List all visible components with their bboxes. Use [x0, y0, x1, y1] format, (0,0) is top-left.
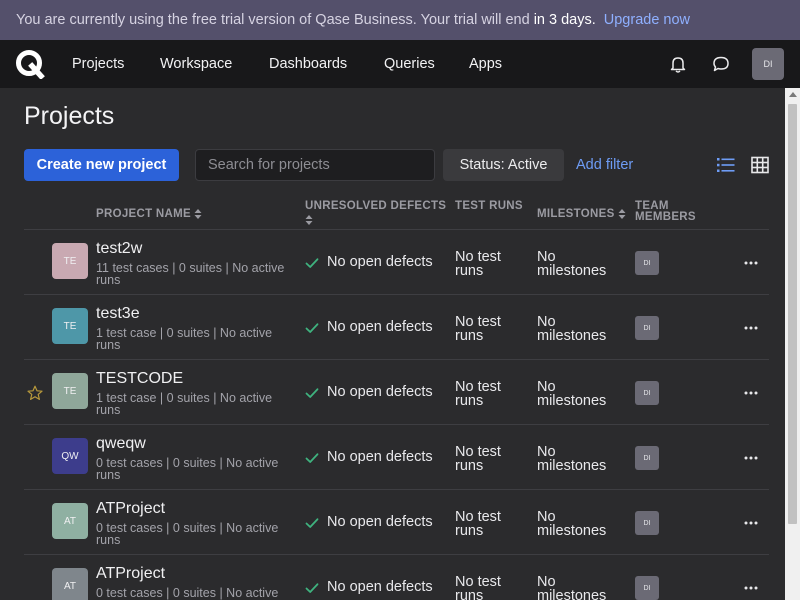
- trial-banner: You are currently using the free trial v…: [0, 0, 800, 40]
- team-member-avatar[interactable]: DI: [635, 316, 659, 340]
- check-icon: [305, 321, 319, 335]
- project-avatar[interactable]: TE: [52, 308, 88, 344]
- scroll-up-arrow-icon[interactable]: [789, 92, 797, 97]
- check-icon: [305, 516, 319, 530]
- project-avatar[interactable]: QW: [52, 438, 88, 474]
- milestones-value: No milestones: [537, 314, 607, 344]
- column-header-label-line2: MEMBERS: [635, 211, 696, 223]
- team-member-avatar[interactable]: DI: [635, 576, 659, 600]
- milestones-value: No milestones: [537, 379, 607, 409]
- unresolved-defects-value: No open defects: [327, 319, 433, 335]
- project-meta: 11 test cases | 0 suites | No active run…: [96, 261, 285, 287]
- test-runs-value: No test runs: [455, 314, 501, 344]
- test-runs-value: No test runs: [455, 379, 501, 409]
- project-meta: 0 test cases | 0 suites | No active runs: [96, 521, 279, 547]
- project-avatar[interactable]: AT: [52, 503, 88, 539]
- test-runs-value: No test runs: [455, 574, 501, 600]
- scrollbar-thumb[interactable]: [788, 104, 797, 524]
- project-meta: 1 test case | 0 suites | No active runs: [96, 326, 273, 352]
- team-member-avatar[interactable]: DI: [635, 446, 659, 470]
- unresolved-defects-value: No open defects: [327, 514, 433, 530]
- test-runs-value: No test runs: [455, 444, 501, 474]
- page-scrollbar[interactable]: [785, 88, 800, 600]
- project-name-link[interactable]: test2w: [96, 240, 142, 258]
- column-header-test-runs: TEST RUNS: [455, 200, 523, 212]
- upgrade-link[interactable]: Upgrade now: [604, 12, 690, 28]
- table-row[interactable]: TE test2w 11 test cases | 0 suites | No ac…: [24, 229, 769, 294]
- project-meta: 0 test cases | 0 suites | No active runs: [96, 456, 279, 482]
- nav-apps[interactable]: Apps: [469, 40, 502, 88]
- column-header-label: UNRESOLVED DEFECTS: [305, 200, 447, 212]
- team-member-avatar[interactable]: DI: [635, 511, 659, 535]
- sort-icon[interactable]: [305, 214, 313, 226]
- milestones-value: No milestones: [537, 509, 607, 539]
- more-icon[interactable]: [743, 318, 759, 338]
- nav-projects[interactable]: Projects: [72, 40, 124, 88]
- project-meta: 0 test cases | 0 suites | No active runs: [96, 586, 279, 600]
- project-avatar[interactable]: AT: [52, 568, 88, 600]
- list-view-icon[interactable]: [716, 155, 736, 175]
- qase-logo-icon[interactable]: [15, 49, 45, 79]
- check-icon: [305, 256, 319, 270]
- nav-queries[interactable]: Queries: [384, 40, 435, 88]
- trial-days: in 3 days.: [533, 12, 596, 28]
- status-filter-button[interactable]: Status: Active: [443, 149, 564, 181]
- table-row[interactable]: AT ATProject 0 test cases | 0 suites | No …: [24, 489, 769, 554]
- project-name-link[interactable]: TESTCODE: [96, 370, 183, 388]
- grid-view-icon[interactable]: [750, 155, 770, 175]
- user-avatar[interactable]: DI: [752, 48, 784, 80]
- project-name-link[interactable]: ATProject: [96, 565, 165, 583]
- unresolved-defects-value: No open defects: [327, 384, 433, 400]
- check-icon: [305, 386, 319, 400]
- unresolved-defects-value: No open defects: [327, 254, 433, 270]
- milestones-value: No milestones: [537, 444, 607, 474]
- more-icon[interactable]: [743, 578, 759, 598]
- sort-icon[interactable]: [618, 208, 626, 220]
- test-runs-value: No test runs: [455, 509, 501, 539]
- more-icon[interactable]: [743, 513, 759, 533]
- search-input[interactable]: [195, 149, 435, 181]
- top-navigation: Projects Workspace Dashboards Queries Ap…: [0, 40, 800, 88]
- project-name-link[interactable]: ATProject: [96, 500, 165, 518]
- test-runs-value: No test runs: [455, 249, 501, 279]
- trial-message: You are currently using the free trial v…: [16, 12, 530, 28]
- more-icon[interactable]: [743, 383, 759, 403]
- check-icon: [305, 581, 319, 595]
- column-header-label: PROJECT NAME: [96, 208, 191, 221]
- team-member-avatar[interactable]: DI: [635, 251, 659, 275]
- column-header-team-members: TEAM MEMBERS: [635, 200, 696, 223]
- milestones-value: No milestones: [537, 249, 607, 279]
- column-header-label: MILESTONES: [537, 208, 615, 221]
- team-member-avatar[interactable]: DI: [635, 381, 659, 405]
- chat-icon[interactable]: [710, 53, 732, 75]
- create-project-button[interactable]: Create new project: [24, 149, 179, 181]
- column-header-unresolved-defects[interactable]: UNRESOLVED DEFECTS: [305, 200, 447, 226]
- column-header-milestones[interactable]: MILESTONES: [537, 208, 626, 220]
- table-row[interactable]: TE TESTCODE 1 test case | 0 suites | No ac…: [24, 359, 769, 424]
- milestones-value: No milestones: [537, 574, 607, 600]
- star-icon[interactable]: [27, 385, 43, 401]
- bell-icon[interactable]: [667, 53, 689, 75]
- column-header-project-name[interactable]: PROJECT NAME: [96, 208, 202, 220]
- sort-icon[interactable]: [194, 208, 202, 220]
- check-icon: [305, 451, 319, 465]
- project-name-link[interactable]: qweqw: [96, 435, 146, 453]
- nav-workspace[interactable]: Workspace: [160, 40, 232, 88]
- project-name-link[interactable]: test3e: [96, 305, 140, 323]
- more-icon[interactable]: [743, 253, 759, 273]
- project-avatar[interactable]: TE: [52, 373, 88, 409]
- unresolved-defects-value: No open defects: [327, 449, 433, 465]
- project-avatar[interactable]: TE: [52, 243, 88, 279]
- table-row[interactable]: TE test3e 1 test case | 0 suites | No acti…: [24, 294, 769, 359]
- page-title: Projects: [24, 102, 115, 130]
- nav-dashboards[interactable]: Dashboards: [269, 40, 347, 88]
- table-row[interactable]: QW qweqw 0 test cases | 0 suites | No acti…: [24, 424, 769, 489]
- more-icon[interactable]: [743, 448, 759, 468]
- add-filter-link[interactable]: Add filter: [576, 149, 633, 181]
- unresolved-defects-value: No open defects: [327, 579, 433, 595]
- table-row[interactable]: AT ATProject 0 test cases | 0 suites | No …: [24, 554, 769, 600]
- project-meta: 1 test case | 0 suites | No active runs: [96, 391, 273, 417]
